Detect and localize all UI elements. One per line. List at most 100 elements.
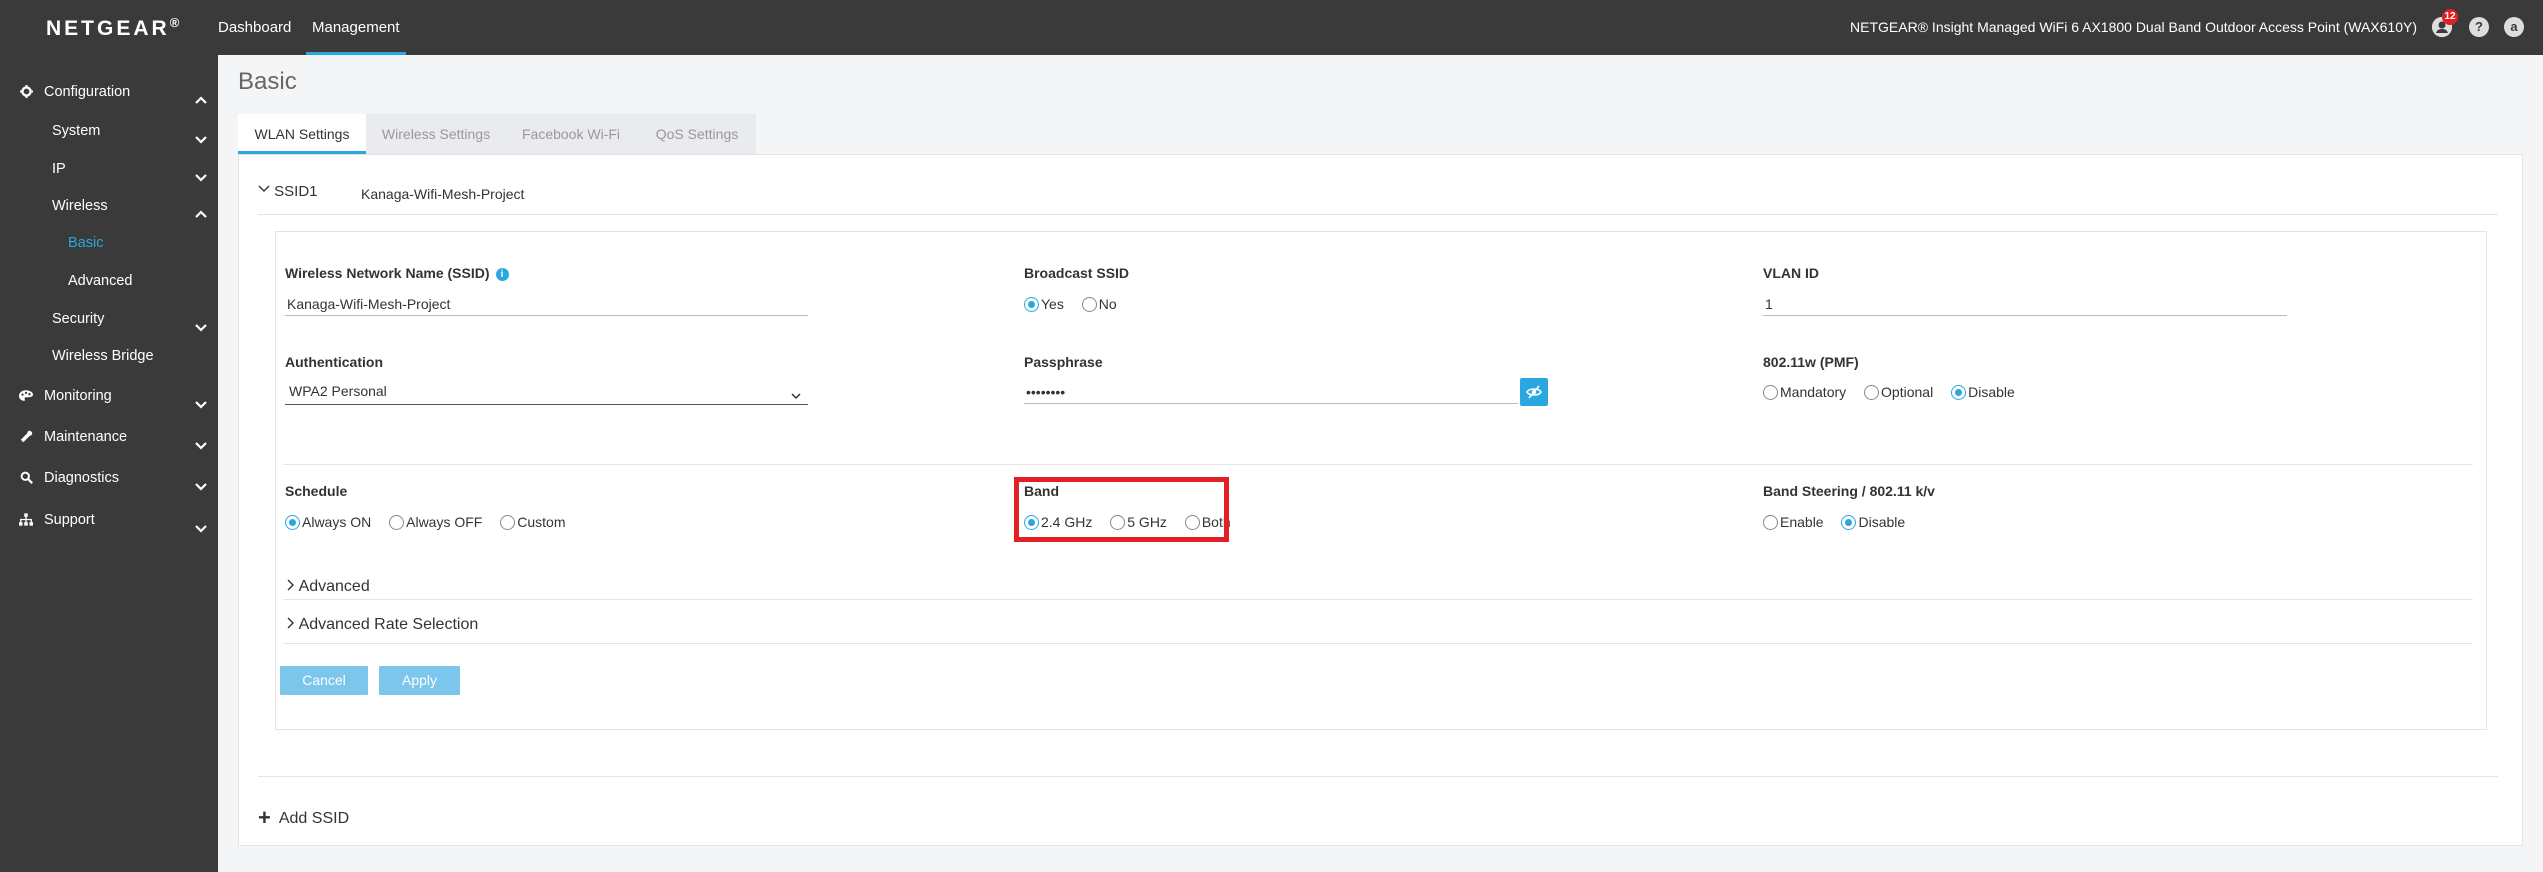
radio-label: Disable <box>1968 384 2015 400</box>
ssid-name-summary: Kanaga-Wifi-Mesh-Project <box>361 186 525 202</box>
broadcast-no-radio[interactable]: No <box>1081 296 1117 312</box>
notification-badge: 12 <box>2442 9 2458 25</box>
device-title: NETGEAR® Insight Managed WiFi 6 AX1800 D… <box>1850 19 2417 35</box>
chevron-down-icon <box>194 162 208 182</box>
band-highlight-box <box>1014 477 1229 542</box>
broadcast-yes-radio[interactable]: Yes <box>1024 296 1064 312</box>
authentication-selected-value: WPA2 Personal <box>289 383 387 399</box>
divider <box>283 643 2473 644</box>
cancel-button[interactable]: Cancel <box>280 666 368 695</box>
chevron-down-icon <box>194 124 208 144</box>
chevron-up-icon <box>194 199 208 218</box>
band-steering-disable-radio[interactable]: Disable <box>1841 514 1905 530</box>
tab-bar: WLAN Settings Wireless Settings Facebook… <box>238 114 756 154</box>
authentication-select[interactable]: WPA2 Personal <box>285 379 808 405</box>
radio-dot <box>1951 384 1967 400</box>
radio-label: Always ON <box>302 514 372 530</box>
netgear-logo[interactable]: NETGEAR® <box>46 15 179 41</box>
pmf-group: Mandatory Optional Disable <box>1763 384 2029 403</box>
sidebar-item-diagnostics[interactable]: Diagnostics <box>0 460 218 496</box>
radio-label: Mandatory <box>1780 384 1847 400</box>
chevron-down-icon <box>258 185 270 192</box>
tab-wireless-settings[interactable]: Wireless Settings <box>368 114 504 154</box>
sidebar-item-monitoring[interactable]: Monitoring <box>0 378 218 414</box>
plus-icon: + <box>258 805 271 830</box>
gear-icon <box>18 74 34 110</box>
radio-dot <box>1081 296 1097 312</box>
ssid-header-toggle[interactable]: SSID1 <box>258 183 318 200</box>
sidebar-item-label: Wireless Bridge <box>52 348 154 364</box>
sidebar-item-ip[interactable]: IP <box>0 151 218 187</box>
sidebar-item-label: IP <box>52 161 66 177</box>
sidebar-item-label: Diagnostics <box>44 470 119 486</box>
apply-button[interactable]: Apply <box>379 666 460 695</box>
ssid-name-input[interactable] <box>285 292 808 316</box>
nav-management[interactable]: Management <box>306 0 406 55</box>
sidebar-item-label: Configuration <box>44 84 131 100</box>
show-passphrase-button[interactable] <box>1520 378 1548 406</box>
chevron-down-icon <box>194 312 208 332</box>
radio-dot <box>1763 384 1778 400</box>
pmf-disable-radio[interactable]: Disable <box>1951 384 2015 400</box>
wrench-icon <box>18 419 34 455</box>
radio-dot <box>1841 514 1857 530</box>
sidebar-item-advanced[interactable]: Advanced <box>0 263 218 299</box>
sidebar-item-configuration[interactable]: Configuration <box>0 74 218 110</box>
top-bar: NETGEAR® Dashboard Management NETGEAR® I… <box>0 0 2543 55</box>
sidebar-item-wireless[interactable]: Wireless <box>0 188 218 224</box>
radio-dot <box>1024 296 1039 312</box>
add-ssid-button[interactable]: + Add SSID <box>258 805 349 831</box>
chevron-right-icon <box>287 579 294 591</box>
pmf-mandatory-radio[interactable]: Mandatory <box>1763 384 1846 400</box>
tab-wlan-settings[interactable]: WLAN Settings <box>238 114 366 154</box>
expander-label: Advanced Rate Selection <box>298 616 479 633</box>
notifications-icon[interactable]: 12 <box>2432 9 2458 37</box>
advanced-rate-selection-expander[interactable]: Advanced Rate Selection <box>285 616 478 634</box>
info-icon[interactable]: i <box>495 267 509 281</box>
schedule-label: Schedule <box>285 483 348 499</box>
chevron-down-icon <box>194 389 208 409</box>
pmf-label: 802.11w (PMF) <box>1763 354 1859 370</box>
sidebar-item-wireless-bridge[interactable]: Wireless Bridge <box>0 338 218 374</box>
search-icon <box>18 460 34 496</box>
help-icon[interactable]: ? <box>2469 17 2489 37</box>
user-icon[interactable]: a <box>2504 17 2524 37</box>
sidebar-item-system[interactable]: System <box>0 113 218 149</box>
pmf-optional-radio[interactable]: Optional <box>1864 384 1933 400</box>
vlan-id-input[interactable] <box>1763 292 2287 316</box>
passphrase-input[interactable] <box>1024 380 1518 404</box>
chevron-down-icon <box>194 471 208 491</box>
divider <box>283 599 2473 600</box>
sidebar-item-support[interactable]: Support <box>0 502 218 538</box>
sidebar-item-label: Basic <box>68 235 104 251</box>
schedule-always-on-radio[interactable]: Always ON <box>285 514 371 530</box>
sidebar-item-label: Security <box>52 311 105 327</box>
sidebar-item-basic[interactable]: Basic <box>0 225 218 261</box>
radio-label: Optional <box>1881 384 1934 400</box>
tab-facebook-wifi[interactable]: Facebook Wi-Fi <box>506 114 636 154</box>
radio-dot <box>1864 384 1880 400</box>
page-title: Basic <box>238 68 297 95</box>
palette-icon <box>18 378 34 414</box>
schedule-group: Always ON Always OFF Custom <box>285 514 579 533</box>
divider <box>258 776 2498 777</box>
sidebar-item-label: Support <box>44 512 95 528</box>
radio-label: Yes <box>1041 296 1064 312</box>
chevron-down-icon <box>194 430 208 450</box>
vlan-id-label: VLAN ID <box>1763 265 1819 281</box>
nav-dashboard[interactable]: Dashboard <box>212 0 297 55</box>
sitemap-icon <box>18 502 34 538</box>
schedule-always-off-radio[interactable]: Always OFF <box>389 514 482 530</box>
sidebar-item-maintenance[interactable]: Maintenance <box>0 419 218 455</box>
sidebar-item-security[interactable]: Security <box>0 301 218 337</box>
sidebar: Configuration System IP Wireless Basic A… <box>0 55 218 872</box>
schedule-custom-radio[interactable]: Custom <box>500 514 565 530</box>
sidebar-item-label: Wireless <box>52 198 108 214</box>
sidebar-item-label: System <box>52 123 101 139</box>
tab-qos-settings[interactable]: QoS Settings <box>638 114 756 154</box>
advanced-expander[interactable]: Advanced <box>285 578 370 596</box>
band-steering-enable-radio[interactable]: Enable <box>1763 514 1824 530</box>
ssid-heading: SSID1 <box>274 183 318 200</box>
band-steering-group: Enable Disable <box>1763 514 1919 533</box>
radio-label: Disable <box>1858 514 1906 530</box>
